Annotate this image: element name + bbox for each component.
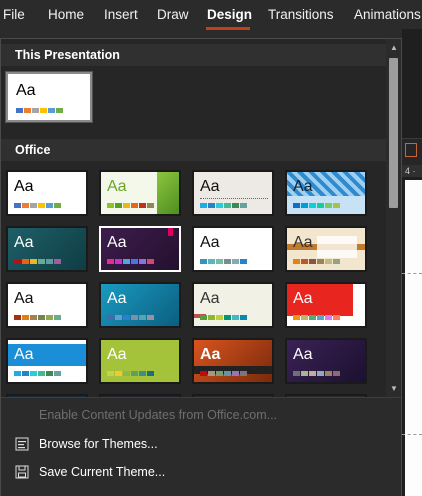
tab-animations[interactable]: Animations [354,7,421,22]
section-header-office: Office [1,139,386,161]
scrollbar-thumb[interactable] [389,58,398,208]
color-swatches [200,203,248,208]
theme-thumb-retrospect[interactable]: Aa [192,226,274,272]
color-swatches [107,203,155,208]
theme-thumb-integral[interactable]: Aa [192,170,274,216]
tab-draw[interactable]: Draw [157,7,189,22]
theme-thumb-organic[interactable]: Aa [99,226,181,272]
theme-thumb-ion-boardroom[interactable]: Aa [285,170,367,216]
theme-thumb-circuit[interactable]: Aa [6,338,88,384]
theme-thumb-text: Aa [200,234,220,251]
theme-thumb-savon[interactable]: Aa [6,282,88,328]
color-swatches [14,371,62,376]
tab-transitions[interactable]: Transitions [268,7,334,22]
active-tab-indicator [206,27,250,30]
themes-menu-footer: Enable Content Updates from Office.com..… [1,397,401,496]
enable-content-updates-label: Enable Content Updates from Office.com..… [39,408,278,422]
browse-for-themes-item[interactable]: Browse for Themes... [1,432,401,456]
theme-thumb-office[interactable]: Aa [6,170,88,216]
theme-thumb-facet[interactable]: Aa [99,170,181,216]
theme-thumb-text: Aa [14,234,34,251]
theme-thumb-text: Aa [293,346,313,363]
theme-thumb-text: Aa [293,234,313,251]
theme-thumb-slice[interactable]: Aa [285,226,367,272]
theme-thumb-text: Aa [200,346,221,363]
theme-thumb-wisp[interactable]: Aa [99,282,181,328]
browse-for-themes-label: Browse for Themes... [39,437,158,451]
color-swatches [107,259,155,264]
theme-decoration [200,198,268,199]
theme-thumb-text: Aa [107,346,127,363]
themes-gallery: This Presentation Aa Office Aa Aa Aa Aa [1,39,386,397]
theme-thumb-text: Aa [14,178,34,195]
tab-insert[interactable]: Insert [104,7,138,22]
save-disk-icon [15,465,29,479]
theme-thumb-vapor-trail[interactable]: Aa [192,282,274,328]
theme-thumb-text: Aa [200,178,220,195]
theme-thumb-text: Aa [14,290,34,307]
theme-thumb-text: Aa [16,82,36,99]
theme-decoration [317,236,357,258]
color-swatches [293,259,341,264]
color-swatches [107,371,155,376]
theme-thumb-mesh[interactable]: Aa [285,338,367,384]
scroll-up-arrow-icon[interactable]: ▲ [389,43,399,53]
enable-content-updates-item: Enable Content Updates from Office.com..… [1,403,401,427]
theme-thumb-current[interactable]: Aa [5,71,93,123]
themes-gallery-dropdown: This Presentation Aa Office Aa Aa Aa Aa [0,38,402,496]
guide-line [402,434,422,435]
tab-file[interactable]: File [3,7,25,22]
color-swatches [16,108,64,113]
color-swatches [293,315,341,320]
ribbon-tab-bar: File Home Insert Draw Design Transitions… [0,0,422,30]
theme-thumb-text: Aa [107,290,127,307]
theme-thumb-gallery[interactable]: Aa [99,338,181,384]
save-current-theme-item[interactable]: Save Current Theme... [1,460,401,484]
theme-thumb-text: Aa [107,178,127,195]
browse-themes-icon [15,437,29,451]
theme-thumb-text: Aa [293,178,313,195]
theme-thumb-text: Aa [107,234,127,251]
color-swatches [14,259,62,264]
save-current-theme-label: Save Current Theme... [39,465,166,479]
theme-thumb-text: Aa [200,290,220,307]
slide-canvas[interactable] [405,180,422,496]
guide-line [402,273,422,274]
tab-home[interactable]: Home [48,7,84,22]
theme-thumb-ion[interactable]: Aa [6,226,88,272]
theme-thumb-main-event[interactable]: Aa [192,338,274,384]
ribbon-button-icon[interactable] [405,143,417,157]
theme-thumb-text: Aa [14,346,34,363]
tab-design[interactable]: Design [207,7,252,22]
color-swatches [14,315,62,320]
color-swatches [293,371,341,376]
color-swatches [107,315,155,320]
color-swatches [14,203,62,208]
color-swatches [293,203,341,208]
section-header-this-presentation: This Presentation [1,44,386,66]
color-swatches [200,259,248,264]
theme-thumb-text: Aa [293,290,313,307]
theme-decoration [157,172,179,214]
color-swatches [200,315,248,320]
scroll-down-arrow-icon[interactable]: ▼ [389,384,399,394]
theme-thumb-berlin[interactable]: Aa [285,282,367,328]
ruler: 4 · [402,165,422,177]
color-swatches [200,371,248,376]
theme-decoration [168,228,173,236]
